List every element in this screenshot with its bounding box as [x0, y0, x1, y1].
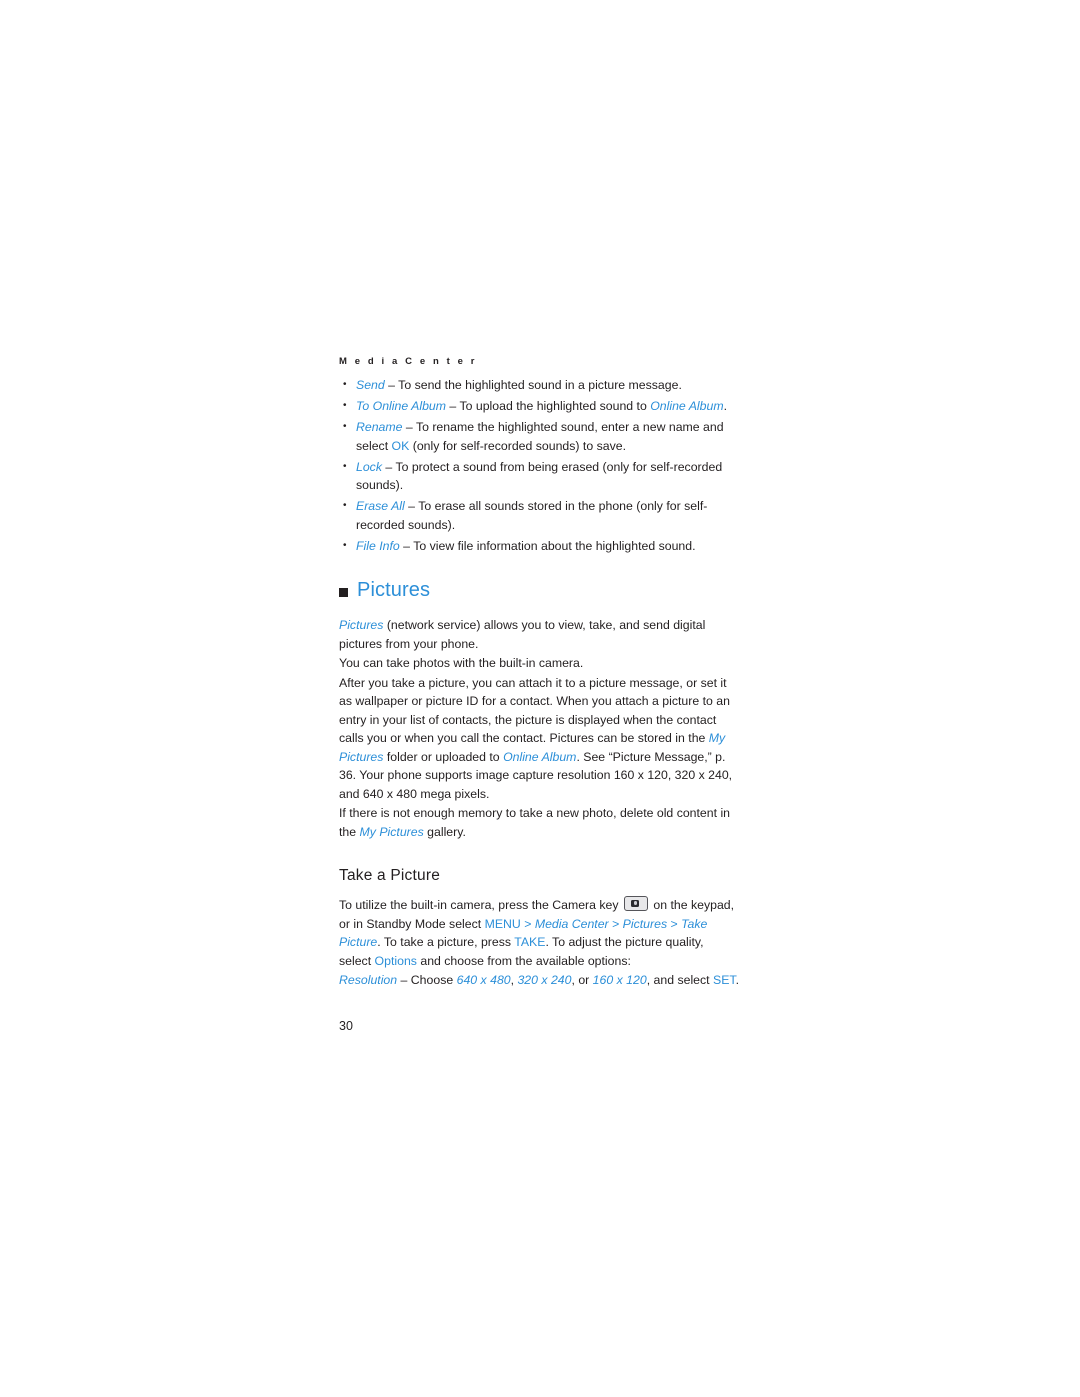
options-bullet-list: Send – To send the highlighted sound in …: [339, 376, 739, 555]
paragraph-attach-picture: After you take a picture, you can attach…: [339, 674, 739, 804]
inline-pictures: Pictures: [622, 916, 668, 931]
dash: –: [397, 973, 411, 987]
dash: –: [381, 459, 396, 474]
paragraph-pictures-intro: Pictures (network service) allows you to…: [339, 616, 739, 653]
term-lock: Lock: [356, 459, 382, 474]
description: To send the highlighted sound in a pictu…: [398, 378, 682, 392]
list-item: File Info – To view file information abo…: [339, 537, 739, 556]
term-erase-all: Erase All: [356, 499, 405, 513]
inline-media-center: Media Center: [534, 916, 609, 931]
paragraph-resolution-option: Resolution – Choose 640 x 480, 320 x 240…: [339, 971, 739, 990]
paragraph-text: (network service) allows you to view, ta…: [339, 618, 706, 651]
list-item: Erase All – To erase all sounds stored i…: [339, 497, 739, 534]
list-item: To Online Album – To upload the highligh…: [339, 397, 739, 416]
dash: –: [384, 378, 399, 392]
list-item: Rename – To rename the highlighted sound…: [339, 418, 739, 455]
description-tail: .: [723, 399, 728, 413]
description: To view file information about the highl…: [413, 538, 696, 553]
separator: >: [520, 916, 535, 931]
description: To upload the highlighted sound to: [459, 399, 651, 413]
list-item: Lock – To protect a sound from being era…: [339, 458, 739, 495]
separator: >: [667, 916, 682, 931]
term-file-info: File Info: [356, 538, 400, 553]
section-heading-pictures: Pictures: [339, 579, 739, 602]
inline-menu: MENU: [484, 916, 521, 931]
paragraph-text-a: After you take a picture, you can attach…: [339, 675, 730, 746]
description: To protect a sound from being erased (on…: [356, 459, 723, 493]
term-send: Send: [356, 378, 385, 392]
running-header: M e d i a C e n t e r: [339, 356, 478, 367]
paragraph-text-c: .: [735, 973, 739, 987]
dash: –: [446, 399, 460, 413]
inline-options: Options: [374, 953, 417, 968]
paragraph-text-c: gallery.: [423, 824, 466, 839]
inline-online-album: Online Album: [503, 749, 577, 764]
inline-my-pictures: My Pictures: [359, 824, 424, 839]
paragraph-text-a: To utilize the built-in camera, press th…: [339, 898, 622, 912]
paragraph-text-a: Choose: [410, 973, 457, 987]
camera-key-icon: [623, 896, 648, 911]
description-tail: (only for self-recorded sounds) to save.: [409, 438, 626, 453]
inline-set: SET: [713, 973, 736, 987]
inline-online-album: Online Album: [650, 399, 724, 413]
dash: –: [404, 499, 419, 513]
subsection-heading-take-a-picture: Take a Picture: [339, 867, 441, 884]
term-rename: Rename: [356, 420, 403, 434]
term-to-online-album: To Online Album: [356, 399, 446, 413]
dash: –: [402, 420, 416, 434]
inline-ok: OK: [391, 438, 410, 453]
paragraph-text-c: folder or uploaded to: [383, 749, 504, 764]
separator: , or: [571, 973, 593, 987]
paragraph-text-e: and choose from the available options:: [416, 953, 631, 968]
document-page: M e d i a C e n t e r Send – To send the…: [339, 356, 739, 990]
page-number: 30: [339, 1019, 353, 1033]
paragraph-memory-note: If there is not enough memory to take a …: [339, 804, 739, 841]
list-item: Send – To send the highlighted sound in …: [339, 376, 739, 395]
separator: >: [608, 916, 623, 931]
inline-res-160: 160 x 120: [592, 973, 647, 987]
inline-res-320: 320 x 240: [517, 973, 572, 987]
paragraph-take-picture-steps: To utilize the built-in camera, press th…: [339, 896, 739, 970]
square-bullet-icon: [339, 588, 348, 597]
paragraph-text-c: . To take a picture, press: [377, 935, 515, 949]
paragraph-built-in-camera: You can take photos with the built-in ca…: [339, 656, 584, 670]
inline-pictures: Pictures: [339, 618, 384, 632]
paragraph-text-b: , and select: [646, 973, 713, 987]
term-resolution: Resolution: [339, 973, 398, 987]
inline-take: TAKE: [514, 935, 546, 949]
inline-res-640: 640 x 480: [456, 973, 511, 987]
section-heading-label: Pictures: [357, 579, 431, 601]
dash: –: [399, 538, 414, 553]
